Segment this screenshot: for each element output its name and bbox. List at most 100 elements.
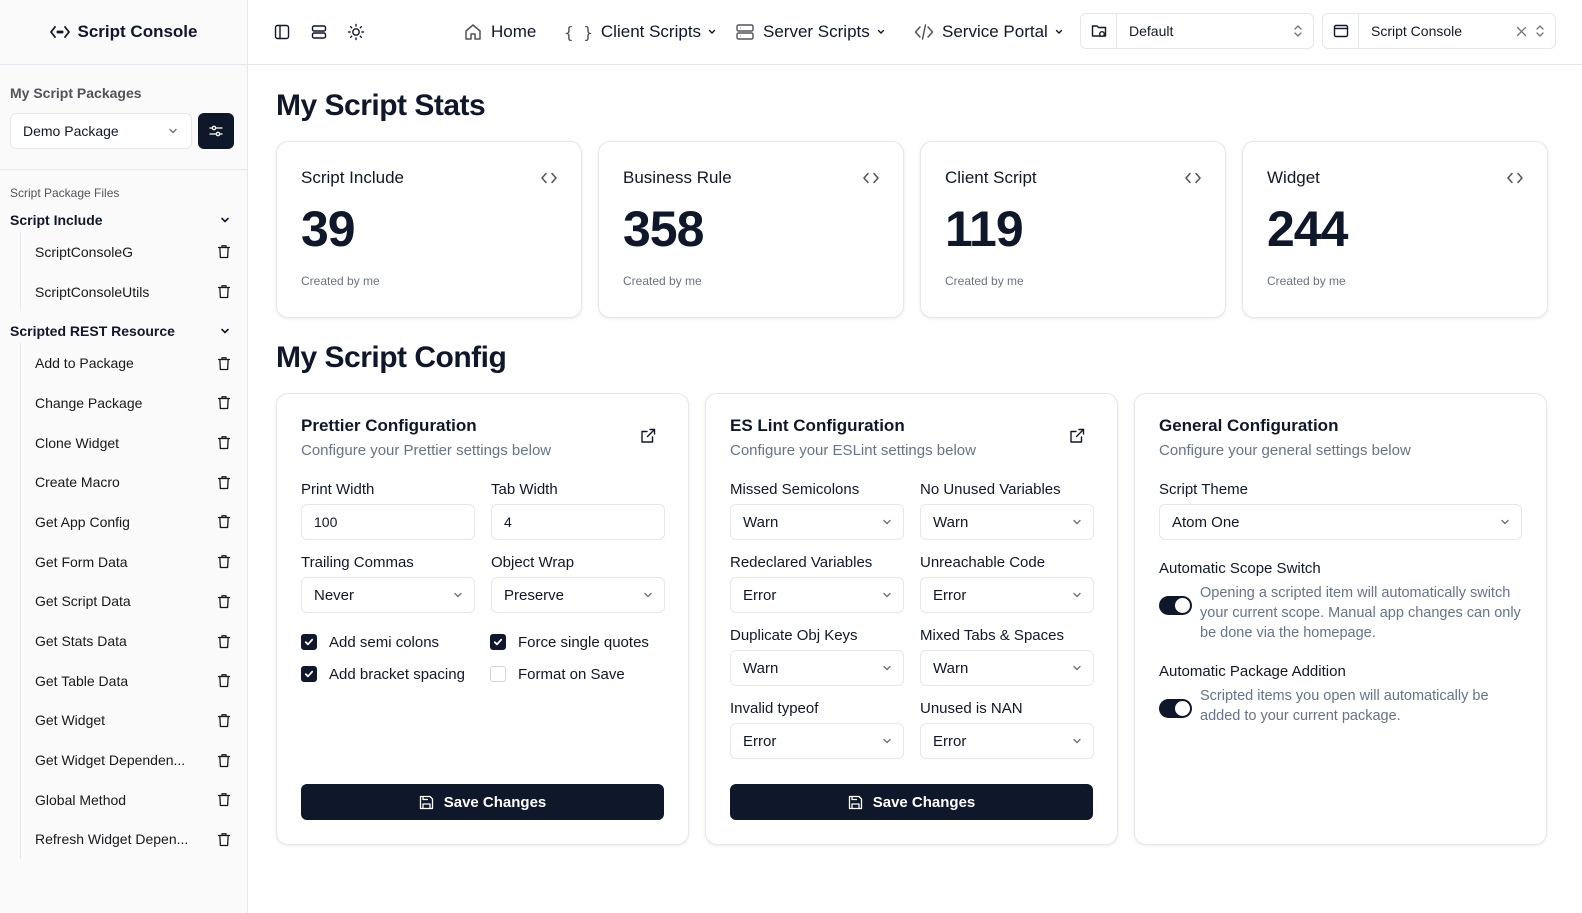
stat-sub: Created by me bbox=[945, 274, 1024, 288]
trash-icon[interactable] bbox=[217, 435, 231, 450]
prettier-save-button[interactable]: Save Changes bbox=[301, 784, 664, 820]
trash-icon[interactable] bbox=[217, 792, 231, 807]
file-item[interactable]: Get Widget Dependen... bbox=[21, 740, 247, 780]
select-value: Warn bbox=[933, 513, 969, 531]
trash-icon[interactable] bbox=[217, 356, 231, 371]
braces-icon: { } bbox=[564, 22, 593, 42]
home-icon bbox=[463, 22, 483, 42]
nav-home[interactable]: Home bbox=[463, 0, 536, 64]
select-value: Error bbox=[933, 586, 967, 604]
eslint-save-button[interactable]: Save Changes bbox=[730, 784, 1093, 820]
checkbox-label: Force single quotes bbox=[518, 633, 649, 651]
trash-icon[interactable] bbox=[217, 753, 231, 768]
chevron-down-icon bbox=[1071, 589, 1083, 601]
trash-icon[interactable] bbox=[217, 832, 231, 847]
file-item[interactable]: Get Stats Data bbox=[21, 621, 247, 661]
trash-icon[interactable] bbox=[217, 244, 231, 259]
file-item[interactable]: Clone Widget bbox=[21, 423, 247, 463]
stat-card-client-script[interactable]: Client Script 119 Created by me bbox=[920, 141, 1226, 318]
redeclared-variables-select[interactable]: Error bbox=[730, 577, 904, 613]
missed-semicolons-select[interactable]: Warn bbox=[730, 504, 904, 540]
prettier-card: Prettier Configuration Configure your Pr… bbox=[276, 393, 689, 845]
scope-select[interactable]: Default bbox=[1080, 13, 1314, 49]
invalid-typeof-select[interactable]: Error bbox=[730, 723, 904, 759]
file-item[interactable]: Get Table Data bbox=[21, 661, 247, 701]
trash-icon[interactable] bbox=[217, 594, 231, 609]
file-item[interactable]: Get Form Data bbox=[21, 542, 247, 582]
group-script-include[interactable]: Script Include bbox=[0, 208, 247, 232]
sidebar-toggle-icon[interactable] bbox=[271, 21, 293, 43]
bracket-spacing-checkbox[interactable]: Add bracket spacing bbox=[301, 665, 490, 683]
package-settings-button[interactable] bbox=[198, 113, 234, 149]
field-label: Duplicate Obj Keys bbox=[730, 627, 858, 644]
chevron-down-icon bbox=[881, 662, 893, 674]
object-wrap-select[interactable]: Preserve bbox=[491, 577, 665, 613]
trash-icon[interactable] bbox=[217, 554, 231, 569]
file-item[interactable]: Refresh Widget Depen... bbox=[21, 820, 247, 860]
trash-icon[interactable] bbox=[217, 284, 231, 299]
sliders-icon bbox=[209, 124, 223, 138]
nav-server-scripts[interactable]: Server Scripts bbox=[735, 0, 886, 64]
script-theme-select[interactable]: Atom One bbox=[1159, 504, 1522, 540]
code-icon bbox=[1507, 172, 1523, 184]
file-item[interactable]: Global Method bbox=[21, 780, 247, 820]
trash-icon[interactable] bbox=[217, 514, 231, 529]
file-item[interactable]: Get App Config bbox=[21, 502, 247, 542]
chevron-down-icon bbox=[1071, 662, 1083, 674]
stat-value: 119 bbox=[945, 201, 1024, 257]
trailing-commas-select[interactable]: Never bbox=[301, 577, 475, 613]
stat-card-script-include[interactable]: Script Include 39 Created by me bbox=[276, 141, 582, 318]
field-label: Object Wrap bbox=[491, 554, 575, 571]
field-label: Automatic Scope Switch bbox=[1159, 560, 1321, 577]
stat-label: Business Rule bbox=[623, 168, 732, 187]
tab-width-input[interactable]: 4 bbox=[491, 504, 665, 540]
code-icon bbox=[49, 25, 70, 39]
nav-client-scripts[interactable]: { } Client Scripts bbox=[564, 0, 717, 64]
trash-icon[interactable] bbox=[217, 673, 231, 688]
semi-colons-checkbox[interactable]: Add semi colons bbox=[301, 633, 490, 651]
code-icon bbox=[1185, 172, 1201, 184]
external-link-icon[interactable] bbox=[640, 428, 656, 444]
file-item[interactable]: Change Package bbox=[21, 383, 247, 423]
field-label: Unreachable Code bbox=[920, 554, 1046, 571]
file-item[interactable]: ScriptConsoleG bbox=[21, 232, 247, 272]
stat-card-business-rule[interactable]: Business Rule 358 Created by me bbox=[598, 141, 904, 318]
file-item[interactable]: Add to Package bbox=[21, 343, 247, 383]
no-unused-variables-select[interactable]: Warn bbox=[920, 504, 1094, 540]
package-addition-toggle[interactable] bbox=[1159, 699, 1192, 718]
mixed-tabs-spaces-select[interactable]: Warn bbox=[920, 650, 1094, 686]
external-link-icon[interactable] bbox=[1069, 428, 1085, 444]
unreachable-code-select[interactable]: Error bbox=[920, 577, 1094, 613]
file-item[interactable]: Get Widget bbox=[21, 701, 247, 741]
checkbox-label: Format on Save bbox=[518, 665, 625, 683]
trash-icon[interactable] bbox=[217, 395, 231, 410]
nav-service-portal[interactable]: Service Portal bbox=[914, 0, 1064, 64]
trash-icon[interactable] bbox=[217, 713, 231, 728]
group-scripted-rest-resource[interactable]: Scripted REST Resource bbox=[0, 319, 247, 343]
duplicate-obj-keys-select[interactable]: Warn bbox=[730, 650, 904, 686]
trash-icon[interactable] bbox=[217, 475, 231, 490]
stat-card-widget[interactable]: Widget 244 Created by me bbox=[1242, 141, 1548, 318]
trash-icon[interactable] bbox=[217, 634, 231, 649]
format-on-save-checkbox[interactable]: Format on Save bbox=[490, 665, 664, 683]
file-item[interactable]: Create Macro bbox=[21, 462, 247, 502]
packages-heading: My Script Packages bbox=[10, 85, 142, 101]
file-name: Get Widget Dependen... bbox=[35, 752, 186, 769]
print-width-input[interactable]: 100 bbox=[301, 504, 475, 540]
layout-rows-icon[interactable] bbox=[308, 21, 330, 43]
brand[interactable]: Script Console bbox=[0, 0, 247, 65]
single-quotes-checkbox[interactable]: Force single quotes bbox=[490, 633, 664, 651]
save-label: Save Changes bbox=[443, 793, 547, 811]
file-item[interactable]: ScriptConsoleUtils bbox=[21, 272, 247, 312]
app-select[interactable]: Script Console bbox=[1322, 13, 1556, 49]
file-item[interactable]: Get Script Data bbox=[21, 582, 247, 622]
sun-icon[interactable] bbox=[345, 21, 367, 43]
scope-switch-toggle[interactable] bbox=[1159, 596, 1192, 615]
close-icon[interactable] bbox=[1516, 26, 1527, 37]
card-description: Configure your general settings below bbox=[1159, 442, 1411, 459]
package-select[interactable]: Demo Package bbox=[10, 113, 192, 149]
toggle-description: Opening a scripted item will automatical… bbox=[1200, 585, 1521, 641]
file-name: Global Method bbox=[35, 791, 127, 808]
file-name: Get Stats Data bbox=[35, 633, 127, 650]
unused-is-nan-select[interactable]: Error bbox=[920, 723, 1094, 759]
